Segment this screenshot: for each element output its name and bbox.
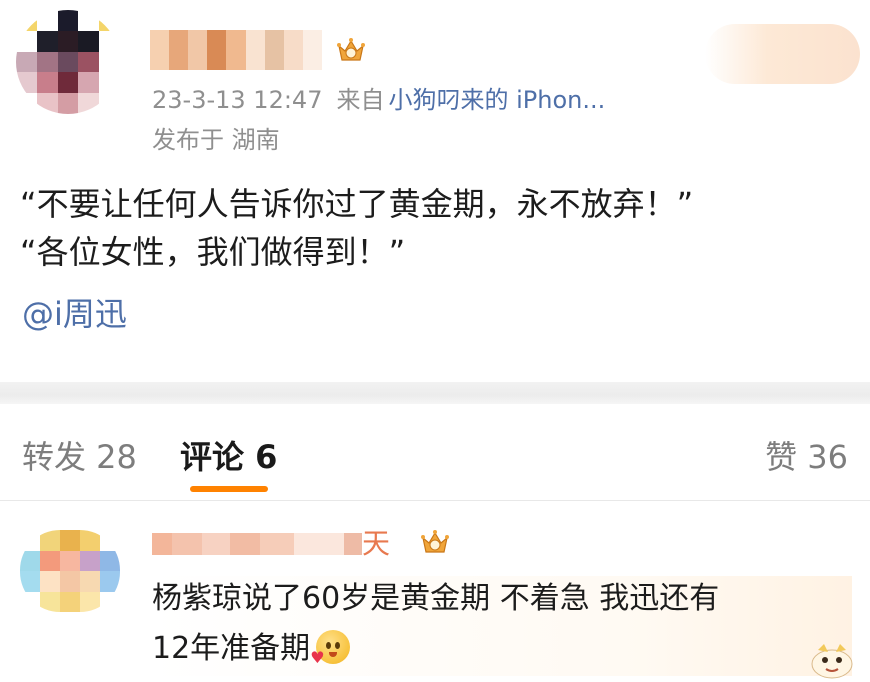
comment-line-2: 12年准备期 ♥ xyxy=(152,624,719,674)
tab-like[interactable]: 赞 36 xyxy=(765,432,848,478)
comment-content[interactable]: 杨紫琼说了60岁是黄金期 不着急 我迅还有 12年准备期 ♥ xyxy=(152,574,719,674)
post-source-prefix: 来自 xyxy=(336,86,385,114)
post-author-name-mosaic[interactable] xyxy=(150,30,322,70)
section-divider xyxy=(0,382,870,404)
post-location: 发布于 湖南 xyxy=(152,126,280,154)
crown-badge-icon xyxy=(421,530,449,553)
crown-badge-icon xyxy=(337,38,365,61)
post-content: “不要让任何人告诉你过了黄金期，永不放弃！” “各位女性，我们做得到！” xyxy=(20,180,693,276)
post-line: “不要让任何人告诉你过了黄金期，永不放弃！” xyxy=(20,185,694,223)
comment-line: 杨紫琼说了60岁是黄金期 不着急 我迅还有 xyxy=(152,581,720,616)
comment-author-name-fragment: 天 xyxy=(362,527,391,560)
header-decoration xyxy=(705,24,860,84)
sticker-icon[interactable] xyxy=(808,640,856,680)
comment-line: 12年准备期 xyxy=(152,631,311,666)
post-source-link[interactable]: 小狗叼来的 iPhon... xyxy=(388,86,605,114)
post-meta: 23-3-13 12:47 来自 小狗叼来的 iPhon... xyxy=(152,80,605,115)
tab-comment[interactable]: 评论 6 xyxy=(180,432,277,478)
blush-heart-emoji-icon: ♥ xyxy=(310,630,351,666)
comment-author-avatar[interactable] xyxy=(20,530,120,612)
tabs-divider xyxy=(0,500,870,501)
active-tab-indicator xyxy=(190,486,268,492)
tab-repost[interactable]: 转发 28 xyxy=(22,432,137,478)
post-author-avatar[interactable] xyxy=(16,10,120,114)
post-mention-link[interactable]: @i周迅 xyxy=(22,289,127,335)
post-line: “各位女性，我们做得到！” xyxy=(20,233,406,271)
post-timestamp: 23-3-13 12:47 xyxy=(152,86,323,114)
comment-author-name[interactable]: 天 xyxy=(152,528,414,560)
